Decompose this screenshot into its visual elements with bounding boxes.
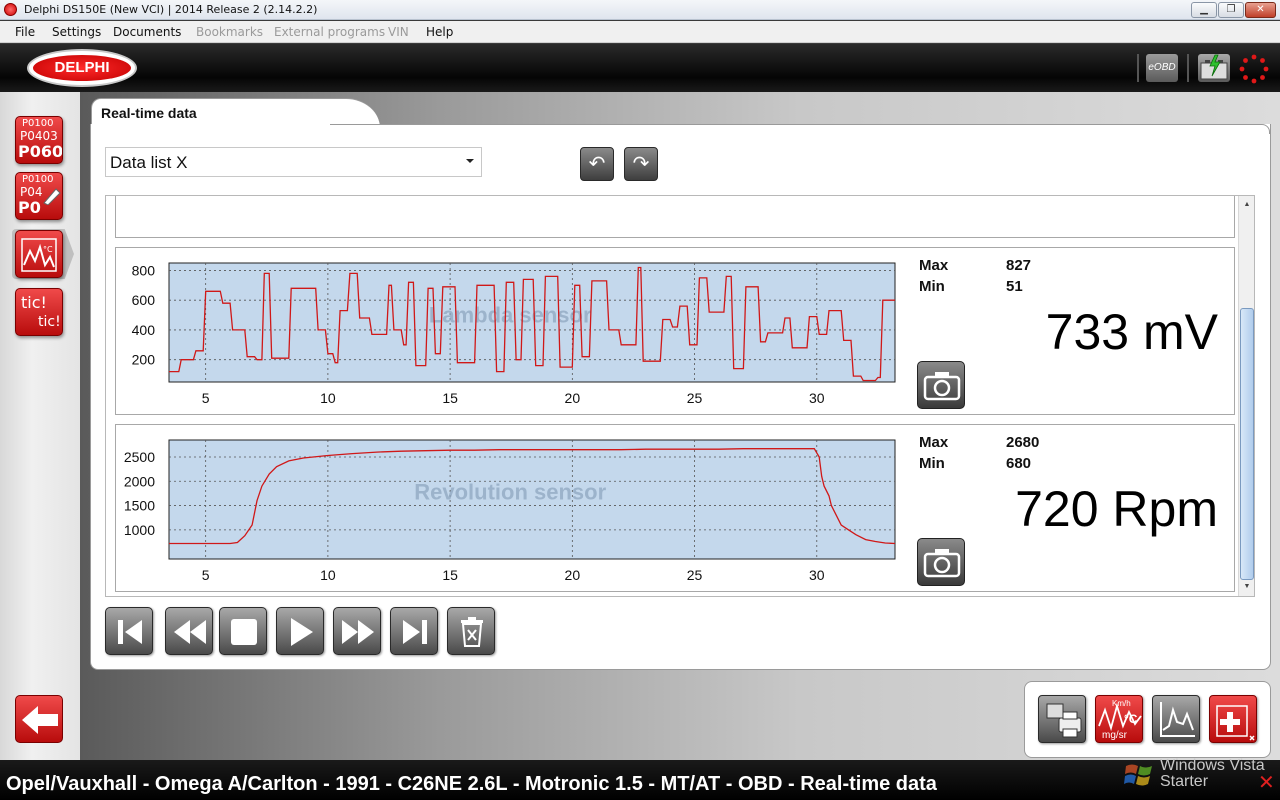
fast-forward-icon (342, 620, 374, 644)
camera-icon (923, 549, 961, 578)
exit-icon[interactable]: ✕ (1258, 770, 1275, 795)
redo-arrow-icon: ↷ (632, 153, 650, 175)
last-button[interactable] (390, 607, 438, 655)
connection-spinner-icon (1239, 54, 1269, 84)
arrow-left-icon (22, 706, 58, 734)
rewind-icon (174, 620, 206, 644)
skip-first-icon (118, 620, 142, 644)
data-list-select[interactable]: Data list X (105, 147, 482, 177)
units-button[interactable]: Km/h °C mg/sr (1095, 695, 1143, 743)
undo-arrow-icon: ↶ (588, 153, 606, 175)
app-icon (4, 3, 17, 16)
realtime-data-button[interactable]: °C (15, 230, 63, 278)
nav-forward-button[interactable]: ↷ (624, 147, 658, 181)
eobd-icon[interactable]: eOBD (1146, 54, 1178, 82)
actuator-test-button[interactable]: tic! tic! (15, 288, 63, 336)
graph-mode-button[interactable] (1152, 695, 1200, 743)
svg-text:°C: °C (43, 245, 53, 254)
scroll-up-icon[interactable]: ▲ (1242, 200, 1252, 210)
menu-settings[interactable]: Settings (52, 25, 101, 39)
menu-bookmarks[interactable]: Bookmarks (196, 25, 263, 39)
minimize-button[interactable]: ▁ (1191, 2, 1217, 18)
vertical-scrollbar[interactable]: ▲ ▼ (1238, 196, 1254, 596)
camera-icon (923, 372, 961, 401)
menu-documents[interactable]: Documents (113, 25, 181, 39)
graph-mode-icon (1160, 702, 1195, 737)
dtc-clear-button[interactable]: P0100 P04 P0 (15, 172, 63, 220)
lambda-snapshot-button[interactable] (917, 361, 965, 409)
menu-vin[interactable]: VIN (388, 25, 409, 39)
print-button[interactable] (1038, 695, 1086, 743)
nav-back-button[interactable]: ↶ (580, 147, 614, 181)
menu-help[interactable]: Help (426, 25, 453, 39)
close-button[interactable]: ✕ (1245, 2, 1276, 18)
delete-recording-button[interactable] (447, 607, 495, 655)
play-button[interactable] (276, 607, 324, 655)
menu-external-programs[interactable]: External programs (274, 25, 385, 39)
add-parameter-button[interactable] (1209, 695, 1257, 743)
stop-button[interactable] (219, 607, 267, 655)
revolution-min-label: Min (919, 455, 945, 472)
stop-icon (231, 619, 257, 645)
os-watermark: Windows Vista Starter (1160, 757, 1265, 790)
tab-label: Real-time data (101, 105, 197, 121)
revolution-current-value: 720 Rpm (1015, 481, 1218, 537)
app-header: DELPHI eOBD (0, 44, 1280, 92)
menu-file[interactable]: File (15, 25, 35, 39)
title-bar: Delphi DS150E (New VCI) | 2014 Release 2… (0, 0, 1280, 20)
add-parameter-icon (1216, 705, 1255, 741)
parameter-row-empty[interactable] (115, 196, 1235, 238)
vehicle-status-text: Opel/Vauxhall - Omega A/Carlton - 1991 -… (6, 773, 937, 795)
scroll-thumb[interactable] (1240, 308, 1254, 580)
fast-forward-button[interactable] (333, 607, 381, 655)
window-title: Delphi DS150E (New VCI) | 2014 Release 2… (24, 3, 318, 16)
maximize-button[interactable]: ❐ (1218, 2, 1244, 18)
revolution-max-label: Max (919, 434, 949, 451)
trash-icon (461, 617, 483, 647)
skip-last-icon (403, 620, 427, 644)
realtime-graph-icon: °C (21, 238, 57, 272)
windows-logo-icon (1124, 760, 1156, 790)
eraser-icon (43, 188, 61, 205)
play-icon (291, 618, 313, 646)
scroll-down-icon[interactable]: ▼ (1242, 582, 1252, 592)
revolution-max-value: 2680 (1006, 434, 1040, 451)
lambda-min-label: Min (919, 278, 945, 295)
dtc-read-button[interactable]: P0100 P0403 P0600 (15, 116, 63, 164)
menu-bar: File Settings Documents Bookmarks Extern… (0, 21, 1280, 43)
back-button[interactable] (15, 695, 63, 743)
lambda-max-value: 827 (1006, 257, 1032, 274)
print-icon (1046, 703, 1082, 738)
delphi-logo: DELPHI (27, 49, 137, 87)
lambda-current-value: 733 mV (1045, 304, 1218, 360)
lambda-max-label: Max (919, 257, 949, 274)
first-button[interactable] (105, 607, 153, 655)
battery-charge-icon[interactable] (1198, 54, 1230, 82)
lambda-min-value: 51 (1006, 278, 1023, 295)
revolution-snapshot-button[interactable] (917, 538, 965, 586)
rewind-button[interactable] (165, 607, 213, 655)
data-list-value: Data list X (110, 153, 188, 172)
chevron-down-icon (466, 159, 474, 163)
revolution-min-value: 680 (1006, 455, 1032, 472)
